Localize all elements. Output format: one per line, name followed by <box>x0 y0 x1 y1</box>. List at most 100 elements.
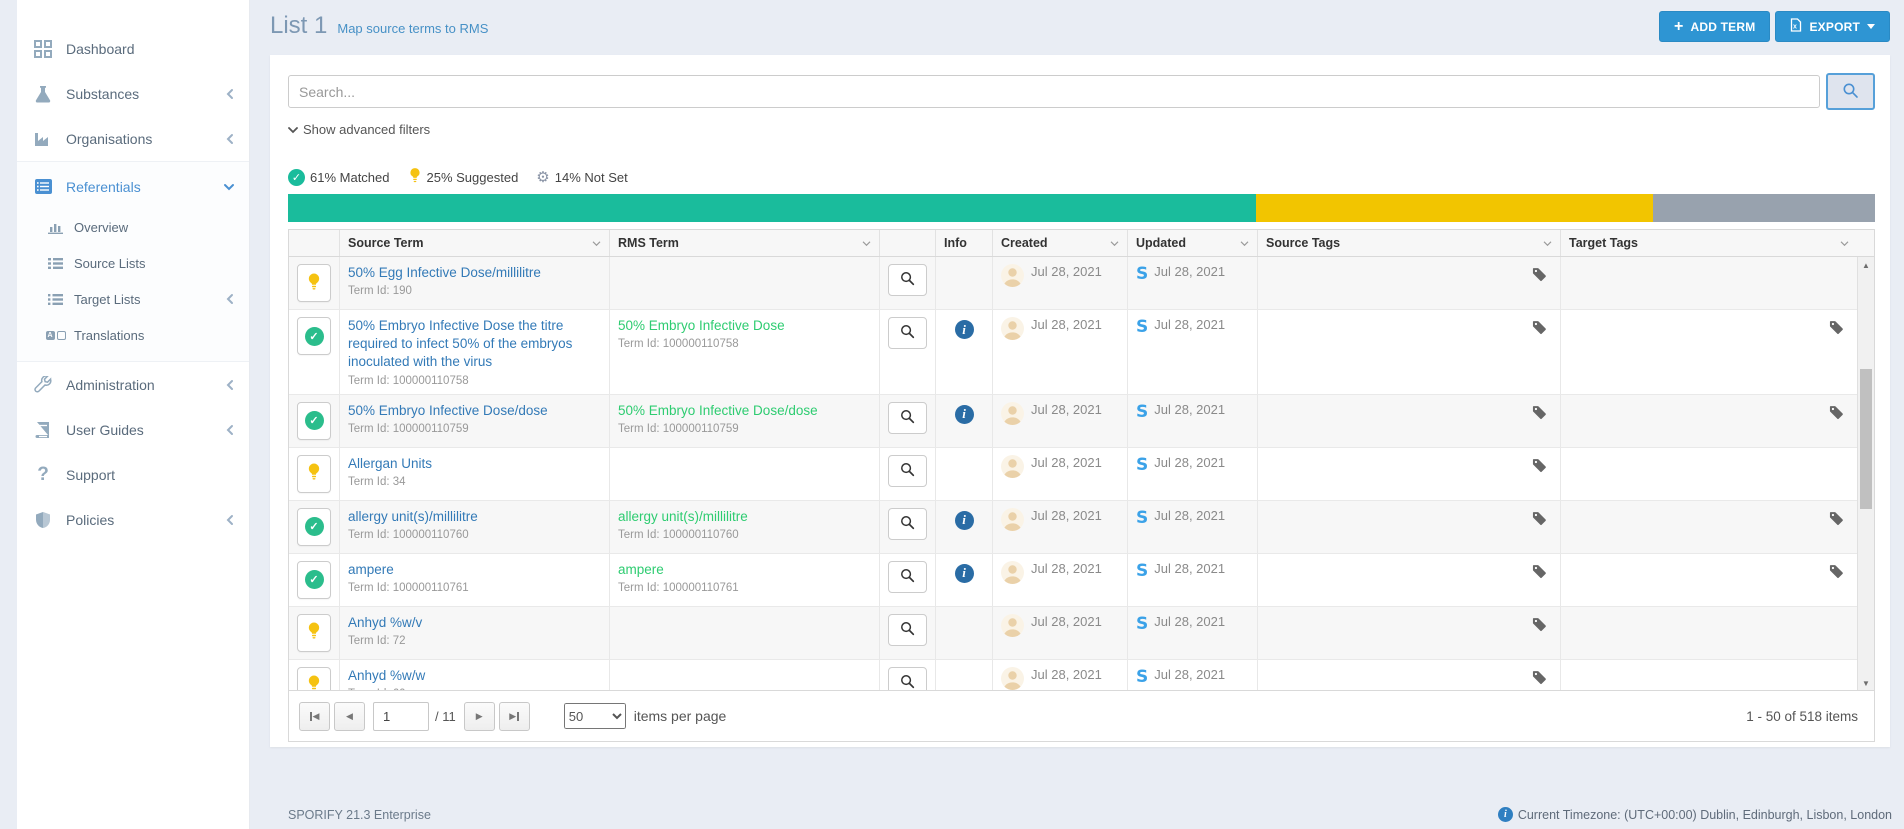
page-size-select[interactable]: 50 <box>564 703 626 729</box>
page-number-input[interactable] <box>373 702 429 731</box>
table-row: Allergan Units Term Id: 34 Jul 28, 2021 … <box>289 448 1857 501</box>
lightbulb-icon <box>306 675 322 691</box>
tag-icon <box>1829 405 1844 440</box>
info-icon[interactable]: i <box>955 405 974 424</box>
sidebar-item-policies[interactable]: Policies <box>17 497 249 542</box>
scroll-down-icon[interactable]: ▼ <box>1858 675 1874 691</box>
scrollbar-thumb[interactable] <box>1860 369 1872 509</box>
page-title: List 1 Map source terms to RMS <box>270 12 488 40</box>
preview-term-button[interactable] <box>888 614 927 646</box>
vertical-scrollbar[interactable]: ▲ ▼ <box>1857 257 1874 691</box>
col-source-tags[interactable]: Source Tags <box>1257 230 1560 256</box>
preview-term-button[interactable] <box>888 508 927 540</box>
col-updated[interactable]: Updated <box>1127 230 1257 256</box>
avatar <box>1001 317 1024 340</box>
sidebar-item-substances[interactable]: Substances <box>17 71 249 116</box>
source-term-link[interactable]: 50% Egg Infective Dose/millilitre <box>348 264 601 282</box>
tag-icon <box>1829 564 1844 599</box>
source-term-link[interactable]: Anhyd %w/v <box>348 614 601 632</box>
add-term-button[interactable]: + ADD TERM <box>1659 11 1770 42</box>
avatar <box>1001 614 1024 637</box>
source-term-link[interactable]: Anhyd %w/w <box>348 667 601 685</box>
preview-term-button[interactable] <box>888 402 927 434</box>
preview-term-button[interactable] <box>888 317 927 349</box>
check-circle-icon: ✓ <box>305 327 324 346</box>
col-created[interactable]: Created <box>992 230 1127 256</box>
status-matched-button[interactable]: ✓ <box>297 317 331 355</box>
column-menu-icon[interactable] <box>862 240 871 247</box>
sidebar-item-support[interactable]: ? Support <box>17 452 249 497</box>
col-rms-term[interactable]: RMS Term <box>609 230 879 256</box>
tag-icon <box>1532 511 1547 546</box>
preview-term-button[interactable] <box>888 667 927 691</box>
avatar <box>1001 455 1024 478</box>
column-menu-icon[interactable] <box>1240 240 1249 247</box>
sidebar-item-translations[interactable]: A Translations <box>17 317 249 353</box>
status-matched-button[interactable]: ✓ <box>297 508 331 546</box>
column-menu-icon[interactable] <box>1543 240 1552 247</box>
column-menu-icon[interactable] <box>1110 240 1119 247</box>
table-row: 50% Egg Infective Dose/millilitre Term I… <box>289 257 1857 310</box>
tag-icon <box>1532 617 1547 652</box>
sidebar-item-label: Policies <box>66 512 114 528</box>
shield-icon <box>33 510 53 530</box>
search-input[interactable] <box>288 75 1820 108</box>
avatar <box>1001 264 1024 287</box>
lightbulb-icon <box>306 273 322 294</box>
status-matched-button[interactable]: ✓ <box>297 561 331 599</box>
status-suggested-button[interactable] <box>297 667 331 691</box>
status-suggested-button[interactable] <box>297 614 331 652</box>
search-button[interactable] <box>1826 73 1875 110</box>
created-date: Jul 28, 2021 <box>1031 667 1102 682</box>
source-term-link[interactable]: allergy unit(s)/millilitre <box>348 508 601 526</box>
created-date: Jul 28, 2021 <box>1031 561 1102 576</box>
preview-term-button[interactable] <box>888 264 927 296</box>
sidebar-item-overview[interactable]: Overview <box>17 209 249 245</box>
source-term-link[interactable]: Allergan Units <box>348 455 601 473</box>
source-term-link[interactable]: 50% Embryo Infective Dose the titre requ… <box>348 317 601 372</box>
table-row: Anhyd %w/w Term Id: 60 Jul 28, 2021 SJul… <box>289 660 1857 691</box>
lightbulb-icon <box>306 622 322 643</box>
tag-icon <box>1532 458 1547 493</box>
prev-page-button[interactable]: ◀ <box>334 702 365 731</box>
chevron-left-icon <box>225 133 235 145</box>
column-menu-icon[interactable] <box>592 240 601 247</box>
advanced-filters-toggle[interactable]: Show advanced filters <box>288 122 430 137</box>
export-button[interactable]: x EXPORT <box>1775 11 1890 42</box>
info-icon[interactable]: i <box>955 320 974 339</box>
sidebar-item-administration[interactable]: Administration <box>17 362 249 407</box>
sidebar-item-user-guides[interactable]: User Guides <box>17 407 249 452</box>
sidebar-item-target-lists[interactable]: Target Lists <box>17 281 249 317</box>
magnifier-icon <box>900 568 915 586</box>
sporify-logo-icon: S <box>1136 561 1147 581</box>
preview-term-button[interactable] <box>888 561 927 593</box>
col-info: Info <box>935 230 992 256</box>
col-preview <box>879 230 935 256</box>
last-page-button[interactable]: ▶ <box>499 702 530 731</box>
sidebar-item-referentials[interactable]: Referentials <box>17 164 249 209</box>
created-date: Jul 28, 2021 <box>1031 402 1102 417</box>
total-pages-label: / 11 <box>435 709 456 724</box>
sidebar-item-source-lists[interactable]: Source Lists <box>17 245 249 281</box>
status-suggested-button[interactable] <box>297 264 331 302</box>
col-source-term[interactable]: Source Term <box>339 230 609 256</box>
status-matched-button[interactable]: ✓ <box>297 402 331 440</box>
first-page-button[interactable]: ◀ <box>299 702 330 731</box>
preview-term-button[interactable] <box>888 455 927 487</box>
suggested-stat: 25% Suggested <box>408 167 519 187</box>
info-icon[interactable]: i <box>955 564 974 583</box>
next-page-button[interactable]: ▶ <box>464 702 495 731</box>
sidebar-item-dashboard[interactable]: Dashboard <box>17 26 249 71</box>
lightbulb-icon <box>408 167 422 187</box>
matched-stat: ✓ 61% Matched <box>288 169 390 186</box>
scroll-up-icon[interactable]: ▲ <box>1858 257 1874 273</box>
info-icon[interactable]: i <box>955 511 974 530</box>
column-menu-icon[interactable] <box>1840 240 1849 247</box>
plus-icon: + <box>1674 18 1684 36</box>
col-target-tags[interactable]: Target Tags <box>1560 230 1857 256</box>
source-term-link[interactable]: ampere <box>348 561 601 579</box>
status-suggested-button[interactable] <box>297 455 331 493</box>
list-panel: Show advanced filters ✓ 61% Matched 25% … <box>270 55 1890 747</box>
sidebar-item-organisations[interactable]: Organisations <box>17 116 249 161</box>
source-term-link[interactable]: 50% Embryo Infective Dose/dose <box>348 402 601 420</box>
